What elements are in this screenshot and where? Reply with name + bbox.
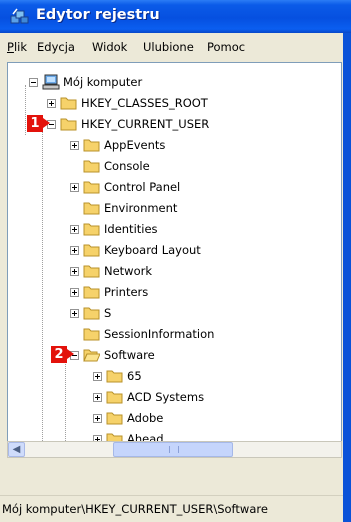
registry-tree[interactable]: Mój komputer HKEY_CLASSES_ROOT HKEY_CURR… — [7, 62, 342, 442]
expand-icon[interactable] — [70, 141, 79, 150]
menu-pomoc[interactable]: Pomoc — [207, 40, 245, 54]
tree-label: HKEY_CLASSES_ROOT — [81, 96, 208, 110]
tree-label: Keyboard Layout — [104, 243, 201, 257]
menu-plik-accelerator: P — [7, 40, 14, 54]
computer-icon — [42, 74, 60, 90]
folder-icon — [83, 181, 100, 194]
tree-node-network[interactable]: Network — [8, 262, 338, 282]
menu-pomoc-label: Pomoc — [207, 40, 246, 54]
scroll-left-button[interactable]: ◀ — [8, 442, 25, 457]
tree-label: Network — [104, 264, 153, 278]
window-title: Edytor rejestru — [36, 7, 160, 23]
tree-node-adobe[interactable]: Adobe — [8, 409, 338, 429]
menu-ulubione[interactable]: Ulubione — [143, 40, 194, 54]
callout-marker-2: 2 — [51, 346, 74, 363]
tree-label: ACD Systems — [127, 390, 205, 404]
open-folder-icon — [83, 349, 100, 362]
scroll-thumb[interactable] — [113, 442, 233, 457]
tree-node-environment[interactable]: Environment — [8, 199, 338, 219]
folder-icon — [83, 139, 100, 152]
tree-node-root[interactable]: Mój komputer — [8, 73, 338, 93]
status-bar: Mój komputer\HKEY_CURRENT_USER\Software — [0, 495, 343, 522]
tree-label: Printers — [104, 285, 149, 299]
horizontal-scrollbar[interactable]: ◀ — [7, 441, 342, 458]
folder-icon — [106, 412, 123, 425]
expand-icon[interactable] — [47, 99, 56, 108]
menu-edycja[interactable]: Edycja — [37, 40, 75, 54]
tree-node-printers[interactable]: Printers — [8, 283, 338, 303]
folder-icon — [83, 244, 100, 257]
folder-icon — [60, 118, 77, 131]
folder-icon — [83, 328, 100, 341]
tree-label: SessionInformation — [104, 327, 215, 341]
tree-label: 65 — [127, 369, 142, 383]
tree-label: HKEY_CURRENT_USER — [81, 117, 210, 131]
tree-node-keyboard-layout[interactable]: Keyboard Layout — [8, 241, 338, 261]
folder-icon — [83, 223, 100, 236]
folder-icon — [60, 97, 77, 110]
folder-icon — [83, 160, 100, 173]
folder-icon — [83, 307, 100, 320]
menu-plik-rest: lik — [13, 40, 27, 54]
tree-label: AppEvents — [104, 138, 166, 152]
tree-node-session-information[interactable]: SessionInformation — [8, 325, 338, 345]
menu-bar: Plik Edycja Widok Ulubione Pomoc — [0, 33, 343, 61]
tree-label: Console — [104, 159, 150, 173]
tree-node-acd-systems[interactable]: ACD Systems — [8, 388, 338, 408]
callout-marker-1: 1 — [27, 115, 50, 132]
menu-widok-label: Widok — [92, 40, 128, 54]
expand-icon[interactable] — [70, 267, 79, 276]
window-right-border — [343, 33, 351, 521]
tree-label: Adobe — [127, 411, 164, 425]
expand-icon[interactable] — [93, 372, 102, 381]
expand-icon[interactable] — [93, 414, 102, 423]
tree-label: Control Panel — [104, 180, 181, 194]
tree-node-65[interactable]: 65 — [8, 367, 338, 387]
expand-icon[interactable] — [93, 393, 102, 402]
collapse-icon[interactable] — [29, 78, 38, 87]
tree-label: Software — [104, 348, 155, 362]
tree-node-console[interactable]: Console — [8, 157, 338, 177]
folder-icon — [83, 202, 100, 215]
tree-node-identities[interactable]: Identities — [8, 220, 338, 240]
expand-icon[interactable] — [70, 246, 79, 255]
tree-node-appevents[interactable]: AppEvents — [8, 136, 338, 156]
tree-label: S — [104, 306, 112, 320]
menu-plik[interactable]: Plik — [7, 40, 27, 54]
tree-node-hkcr[interactable]: HKEY_CLASSES_ROOT — [8, 94, 338, 114]
tree-label: Identities — [104, 222, 158, 236]
folder-icon — [83, 286, 100, 299]
menu-edycja-label: Edycja — [37, 40, 75, 54]
expand-icon[interactable] — [70, 309, 79, 318]
expand-icon[interactable] — [70, 183, 79, 192]
tree-node-s[interactable]: S — [8, 304, 338, 324]
folder-icon — [106, 370, 123, 383]
tree-node-hkcu[interactable]: HKEY_CURRENT_USER — [8, 115, 338, 135]
status-path: Mój komputer\HKEY_CURRENT_USER\Software — [2, 502, 268, 516]
expand-icon[interactable] — [70, 288, 79, 297]
tree-label: Mój komputer — [63, 75, 143, 89]
tree-label: Environment — [104, 201, 178, 215]
title-bar[interactable]: Edytor rejestru — [0, 0, 351, 33]
folder-icon — [106, 391, 123, 404]
expand-icon[interactable] — [70, 225, 79, 234]
menu-widok[interactable]: Widok — [92, 40, 127, 54]
registry-editor-icon — [10, 8, 29, 24]
menu-ulubione-label: Ulubione — [143, 40, 194, 54]
tree-node-control-panel[interactable]: Control Panel — [8, 178, 338, 198]
folder-icon — [83, 265, 100, 278]
